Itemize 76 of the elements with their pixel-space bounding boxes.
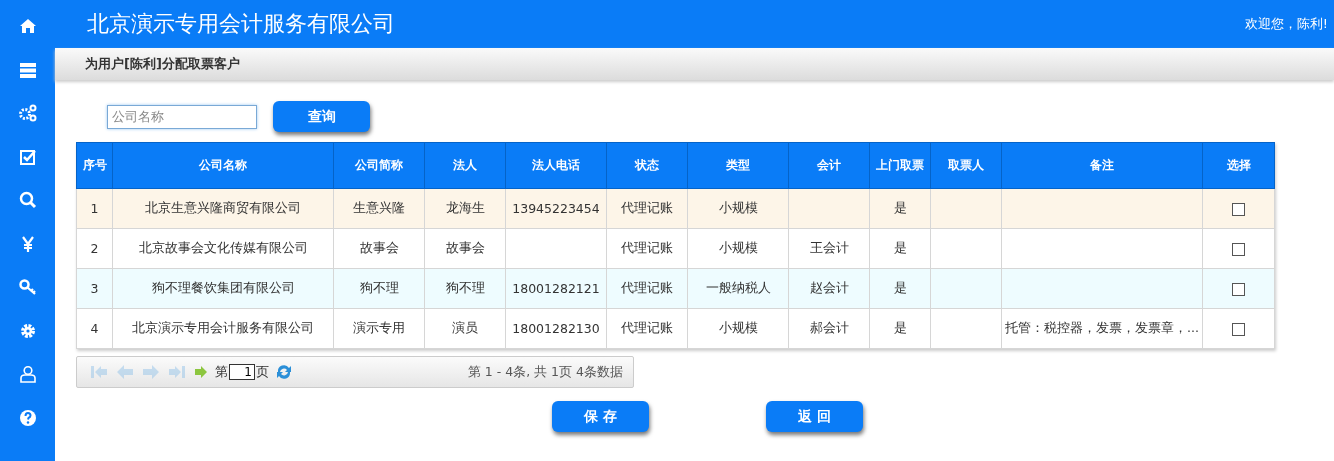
table-cell: 是: [869, 228, 931, 269]
pager-summary: 第 1 - 4条, 共 1页 4条数据: [467, 363, 623, 381]
table-cell: 生意兴隆: [333, 188, 425, 229]
column-header[interactable]: 法人: [424, 142, 506, 189]
table-cell: 狗不理: [424, 268, 506, 309]
table-cell: 小规模: [687, 308, 789, 349]
column-header[interactable]: 上门取票: [869, 142, 931, 189]
table-cell: 代理记账: [606, 308, 688, 349]
table-cell: 故事会: [424, 228, 506, 269]
table-row[interactable]: 3 狗不理餐饮集团有限公司 狗不理 狗不理 18001282121 代理记账 一般纳税人 赵会计 是: [76, 268, 1275, 309]
table-cell: [930, 228, 1002, 269]
table-cell: 13945223454: [505, 188, 607, 229]
column-header[interactable]: 状态: [606, 142, 688, 189]
table-cell: 狗不理餐饮集团有限公司: [112, 268, 334, 309]
user-icon[interactable]: [17, 364, 38, 384]
table-cell: 2: [76, 228, 113, 269]
refresh-icon[interactable]: [275, 363, 293, 381]
welcome-text: 欢迎您，陈利!: [1244, 15, 1328, 33]
table-cell: 18001282121: [505, 268, 607, 309]
table-cell: 赵会计: [788, 268, 870, 309]
back-button[interactable]: 返 回: [766, 401, 863, 432]
page-number-field[interactable]: 1: [229, 364, 255, 380]
column-header[interactable]: 选择: [1202, 142, 1275, 189]
table-cell: 郝会计: [788, 308, 870, 349]
search-icon[interactable]: [17, 190, 38, 210]
table-cell: 代理记账: [606, 188, 688, 229]
table-row[interactable]: 1 北京生意兴隆商贸有限公司 生意兴隆 龙海生 13945223454 代理记账 小规模 是: [76, 188, 1275, 229]
table-cell: 是: [869, 268, 931, 309]
column-header[interactable]: 取票人: [930, 142, 1002, 189]
table-cell: 代理记账: [606, 228, 688, 269]
table-cell: 北京生意兴隆商贸有限公司: [112, 188, 334, 229]
table-row[interactable]: 2 北京故事会文化传媒有限公司 故事会 故事会 代理记账 小规模 王会计 是: [76, 228, 1275, 269]
column-header[interactable]: 会计: [788, 142, 870, 189]
select-checkbox[interactable]: [1232, 283, 1245, 296]
select-checkbox[interactable]: [1232, 323, 1245, 336]
company-title: 北京演示专用会计服务有限公司: [87, 10, 395, 38]
gears-icon[interactable]: [17, 103, 38, 123]
table-cell: 小规模: [687, 188, 789, 229]
table-cell: 代理记账: [606, 268, 688, 309]
search-button[interactable]: 查询: [273, 101, 370, 132]
key-icon[interactable]: [17, 277, 38, 297]
table-cell: 北京演示专用会计服务有限公司: [112, 308, 334, 349]
page-label: 第: [215, 363, 228, 381]
table-cell: 小规模: [687, 228, 789, 269]
help-icon[interactable]: [17, 407, 38, 428]
table-cell: 北京故事会文化传媒有限公司: [112, 228, 334, 269]
column-header[interactable]: 公司简称: [333, 142, 425, 189]
column-header[interactable]: 备注: [1001, 142, 1203, 189]
table-cell: 龙海生: [424, 188, 506, 229]
table-cell: 是: [869, 188, 931, 229]
table-cell: 是: [869, 308, 931, 349]
table-cell: [930, 188, 1002, 229]
column-header[interactable]: 公司名称: [112, 142, 334, 189]
column-header[interactable]: 类型: [687, 142, 789, 189]
company-name-field[interactable]: 公司名称: [107, 104, 257, 129]
table-cell: 18001282130: [505, 308, 607, 349]
select-checkbox[interactable]: [1232, 203, 1245, 216]
table-cell: [930, 308, 1002, 349]
page-label: 页: [256, 363, 269, 381]
table-cell: 托管：税控器，发票，发票章，...: [1001, 308, 1203, 349]
column-header[interactable]: 序号: [76, 142, 113, 189]
table-cell: 3: [76, 268, 113, 309]
table-cell: 1: [76, 188, 113, 229]
table-cell: 4: [76, 308, 113, 349]
column-header[interactable]: 法人电话: [505, 142, 607, 189]
table-cell: 演员: [424, 308, 506, 349]
save-button[interactable]: 保 存: [552, 401, 649, 432]
table-cell: 演示专用: [333, 308, 425, 349]
table-row[interactable]: 4 北京演示专用会计服务有限公司 演示专用 演员 18001282130 代理记账 小规模 郝会计 是 托管：税控器，发票，发票章，...: [76, 308, 1275, 349]
table-cell: 一般纳税人: [687, 268, 789, 309]
table-cell: 故事会: [333, 228, 425, 269]
page-title: 为用户[陈利]分配取票客户: [85, 55, 240, 73]
table-cell: 王会计: [788, 228, 870, 269]
table-cell: 狗不理: [333, 268, 425, 309]
select-checkbox[interactable]: [1232, 243, 1245, 256]
table-cell: [930, 268, 1002, 309]
